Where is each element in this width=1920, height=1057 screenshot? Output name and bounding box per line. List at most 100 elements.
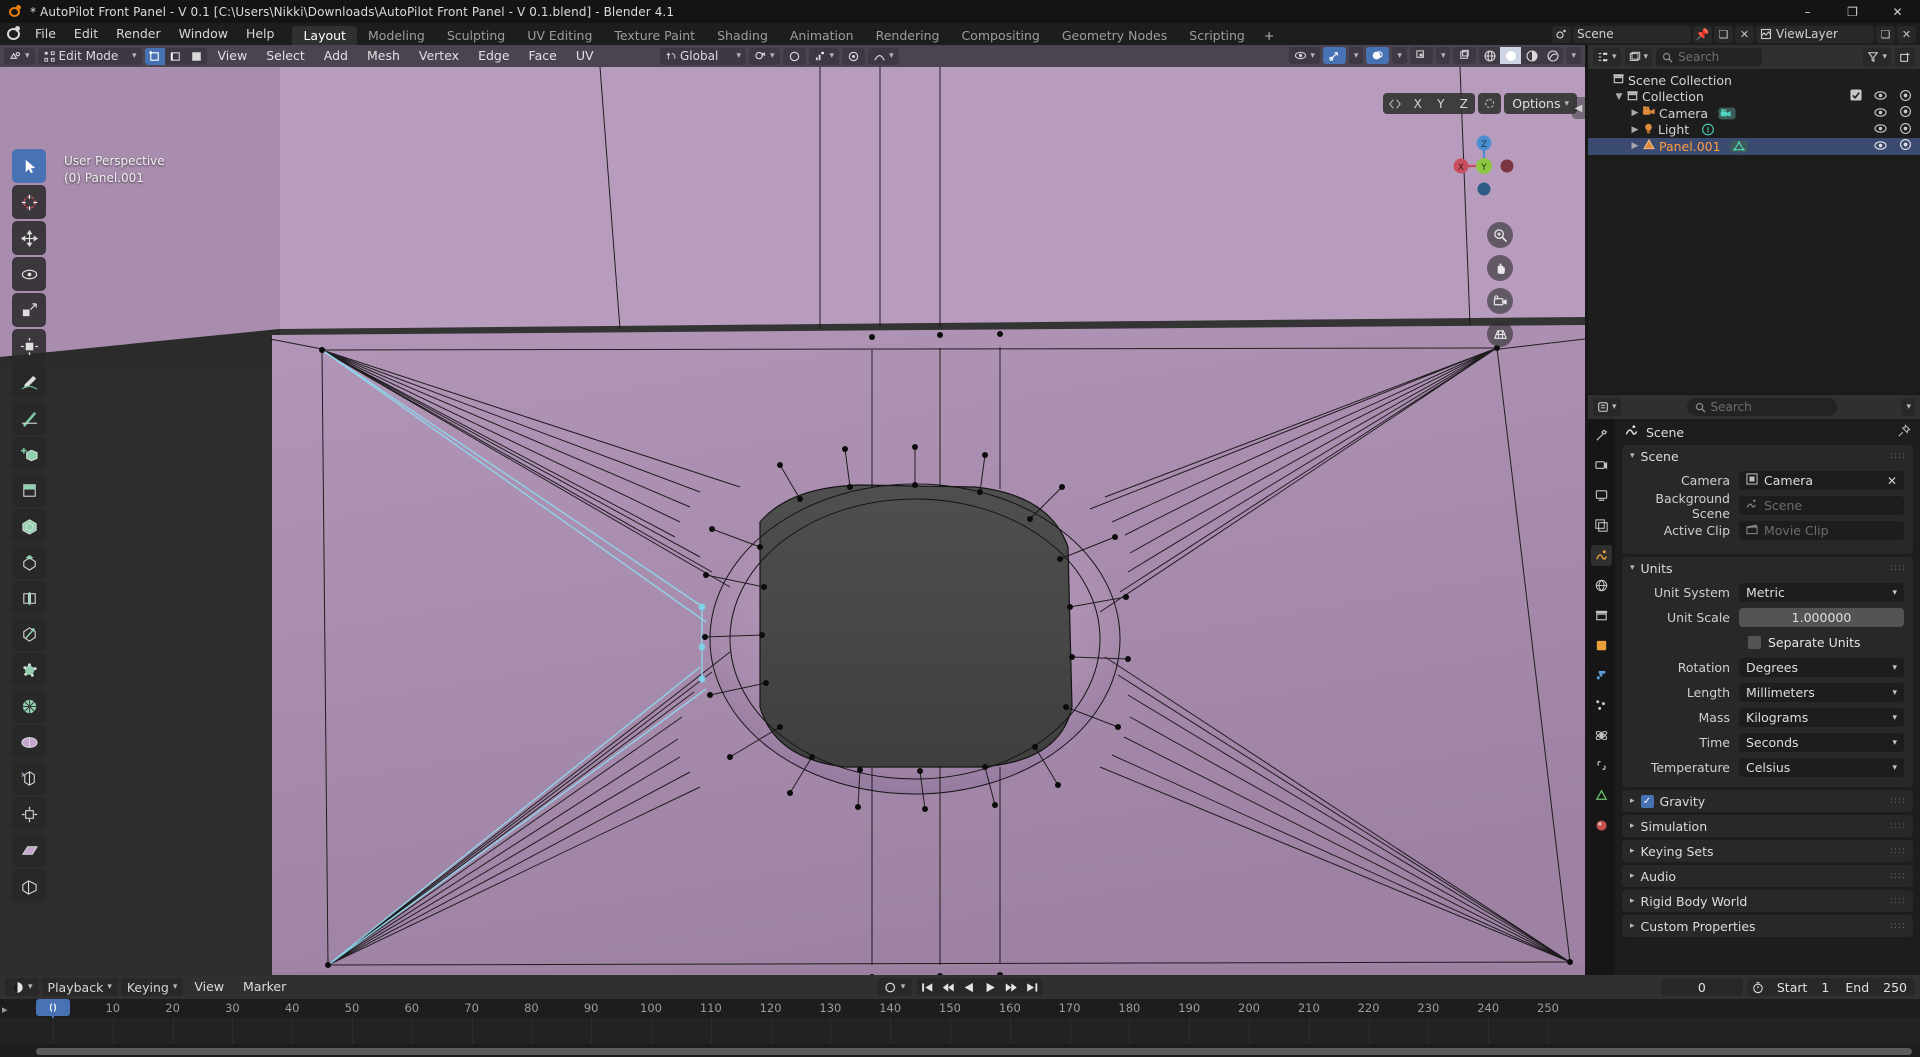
constraint-properties-tab[interactable] bbox=[1591, 755, 1612, 776]
tab-texture-paint[interactable]: Texture Paint bbox=[603, 26, 706, 45]
tweak-tool[interactable] bbox=[12, 149, 46, 183]
eye-icon[interactable] bbox=[1874, 106, 1887, 121]
smooth-tool[interactable] bbox=[12, 725, 46, 759]
menu-file[interactable]: File bbox=[26, 23, 65, 45]
transform-tool[interactable] bbox=[12, 329, 46, 363]
timeline-menu-view[interactable]: View bbox=[186, 975, 232, 999]
camera-view-icon[interactable] bbox=[1487, 288, 1513, 314]
timeline-menu-marker[interactable]: Marker bbox=[235, 975, 294, 999]
output-properties-tab[interactable] bbox=[1591, 485, 1612, 506]
end-frame-input[interactable]: End 250 bbox=[1837, 978, 1915, 996]
toggle-ortho-icon[interactable] bbox=[1487, 321, 1513, 347]
outliner-row-panel001[interactable]: ▶ Panel.001 bbox=[1588, 138, 1920, 155]
viewport-menu-view[interactable]: View bbox=[210, 45, 256, 67]
transform-orientation-dropdown[interactable]: Global ▾ bbox=[660, 47, 746, 65]
tab-scripting[interactable]: Scripting bbox=[1178, 26, 1256, 45]
outliner-row-camera[interactable]: ▶ Camera bbox=[1588, 105, 1920, 122]
keying-sets-panel-header[interactable]: ▸ Keying Sets :::: bbox=[1622, 840, 1913, 862]
wireframe-shading-button[interactable] bbox=[1479, 47, 1500, 64]
jump-to-start-button[interactable] bbox=[916, 978, 937, 996]
delete-scene-icon[interactable]: ✕ bbox=[1735, 25, 1754, 43]
units-panel-header[interactable]: ▾ Units :::: bbox=[1622, 557, 1913, 579]
outliner-row-light[interactable]: ▶ Light bbox=[1588, 122, 1920, 139]
vertex-select-button[interactable] bbox=[144, 47, 165, 65]
viewport-menu-add[interactable]: Add bbox=[316, 45, 356, 67]
start-frame-input[interactable]: Start 1 bbox=[1769, 978, 1838, 996]
viewport-menu-edge[interactable]: Edge bbox=[470, 45, 517, 67]
navigation-gizmo[interactable]: Z X Y bbox=[1445, 127, 1523, 205]
bevel-tool[interactable] bbox=[12, 545, 46, 579]
minimize-button[interactable]: – bbox=[1785, 0, 1830, 23]
twisty-icon[interactable]: ▶ bbox=[1628, 141, 1642, 151]
mesh-object-data-chip[interactable] bbox=[1729, 139, 1750, 153]
annotate-tool[interactable] bbox=[12, 365, 46, 399]
next-keyframe-button[interactable] bbox=[1000, 978, 1021, 996]
timeline-editor-type-icon[interactable]: ▾ bbox=[5, 978, 39, 996]
toggle-xray-button[interactable] bbox=[1409, 47, 1433, 64]
topology-mirror-toggle[interactable] bbox=[1478, 93, 1502, 114]
tab-compositing[interactable]: Compositing bbox=[950, 26, 1050, 45]
edge-select-button[interactable] bbox=[165, 47, 186, 65]
mass-dropdown[interactable]: Kilograms ▾ bbox=[1739, 708, 1904, 727]
editor-type-icon[interactable]: ▾ bbox=[4, 47, 35, 65]
panel-expand-icon[interactable]: ▾ bbox=[1630, 451, 1635, 461]
timeline-track[interactable] bbox=[0, 1018, 1920, 1044]
viewport-overlays-icon[interactable] bbox=[1453, 47, 1477, 64]
panel-collapse-icon[interactable]: ▸ bbox=[1630, 821, 1635, 831]
panel-collapse-icon[interactable]: ▸ bbox=[1630, 796, 1635, 806]
camera-object-data-chip[interactable] bbox=[1716, 106, 1737, 120]
camera-render-icon[interactable] bbox=[1899, 89, 1912, 105]
properties-editor-type-icon[interactable]: ▾ bbox=[1593, 398, 1621, 416]
temperature-dropdown[interactable]: Celsius ▾ bbox=[1739, 758, 1904, 777]
add-cube-tool[interactable] bbox=[12, 437, 46, 471]
maximize-button[interactable]: ❐ bbox=[1830, 0, 1875, 23]
show-gizmo-toggle[interactable] bbox=[1322, 47, 1346, 64]
tab-modeling[interactable]: Modeling bbox=[357, 26, 436, 45]
menu-help[interactable]: Help bbox=[237, 23, 284, 45]
mirror-x-button[interactable]: X bbox=[1406, 93, 1429, 114]
extrude-region-tool[interactable] bbox=[12, 473, 46, 507]
tab-uv-editing[interactable]: UV Editing bbox=[516, 26, 603, 45]
world-properties-tab[interactable] bbox=[1591, 575, 1612, 596]
rigid-body-world-panel-header[interactable]: ▸ Rigid Body World :::: bbox=[1622, 890, 1913, 912]
panel-collapse-icon[interactable]: ▸ bbox=[1630, 921, 1635, 931]
tab-animation[interactable]: Animation bbox=[779, 26, 865, 45]
play-button[interactable] bbox=[979, 978, 1000, 996]
use-preview-range-icon[interactable] bbox=[1747, 978, 1769, 996]
unit-scale-input[interactable]: 1.000000 bbox=[1739, 608, 1904, 627]
material-properties-tab[interactable] bbox=[1591, 815, 1612, 836]
poly-build-tool[interactable] bbox=[12, 653, 46, 687]
camera-render-icon[interactable] bbox=[1899, 105, 1912, 121]
xray-toggle[interactable] bbox=[842, 47, 866, 65]
shear-tool[interactable] bbox=[12, 833, 46, 867]
viewport-canvas[interactable]: User Perspective (0) Panel.001 X Y Z Opt… bbox=[0, 67, 1585, 975]
viewport-menu-face[interactable]: Face bbox=[521, 45, 565, 67]
play-reverse-button[interactable] bbox=[958, 978, 979, 996]
separate-units-checkbox[interactable] bbox=[1748, 636, 1761, 649]
playback-menu[interactable]: Playback ▾ bbox=[41, 978, 118, 996]
edge-slide-tool[interactable] bbox=[12, 761, 46, 795]
viewport-options-dropdown[interactable]: Options ▾ bbox=[1504, 93, 1577, 114]
twisty-icon[interactable]: ▶ bbox=[1628, 125, 1642, 135]
view-layer-field[interactable]: ViewLayer bbox=[1756, 25, 1874, 43]
overlay-options-dropdown[interactable]: ▾ bbox=[1392, 47, 1407, 64]
rendered-shading-button[interactable] bbox=[1542, 47, 1563, 64]
solid-shading-button[interactable] bbox=[1500, 47, 1522, 64]
falloff-curve-icon[interactable]: ▾ bbox=[868, 47, 899, 65]
unit-system-dropdown[interactable]: Metric ▾ bbox=[1739, 583, 1904, 602]
rotate-tool[interactable] bbox=[12, 257, 46, 291]
outliner-search-input[interactable]: Search bbox=[1656, 48, 1762, 66]
xray-options-dropdown[interactable]: ▾ bbox=[1435, 47, 1451, 64]
viewport-menu-mesh[interactable]: Mesh bbox=[359, 45, 408, 67]
eye-icon[interactable] bbox=[1874, 89, 1887, 104]
interaction-mode-dropdown[interactable]: Edit Mode ▾ bbox=[37, 47, 142, 65]
mirror-z-button[interactable]: Z bbox=[1452, 93, 1475, 114]
mirror-icon[interactable] bbox=[1383, 93, 1406, 114]
data-properties-tab[interactable] bbox=[1591, 785, 1612, 806]
zoom-icon[interactable] bbox=[1487, 222, 1513, 248]
add-workspace-button[interactable]: + bbox=[1256, 26, 1282, 45]
close-button[interactable]: ✕ bbox=[1875, 0, 1920, 23]
outliner-row-scene-collection[interactable]: Scene Collection bbox=[1588, 72, 1920, 89]
snapping-toggle[interactable]: ▾ bbox=[749, 47, 780, 65]
panel-collapse-icon[interactable]: ▸ bbox=[1630, 846, 1635, 856]
